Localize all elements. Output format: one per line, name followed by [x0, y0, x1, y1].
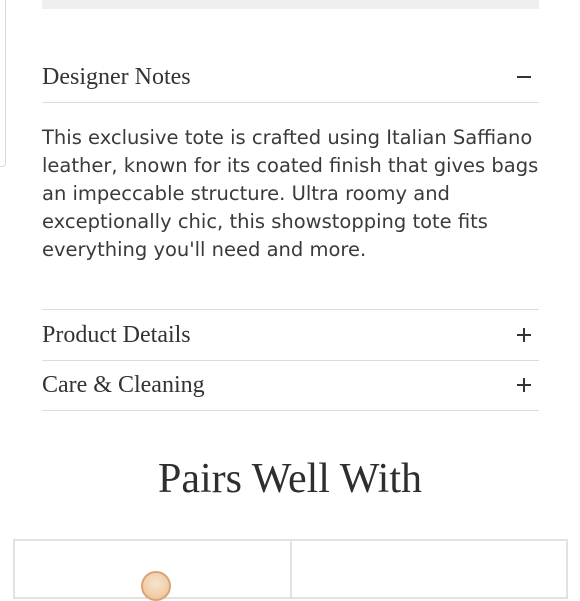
plus-icon[interactable] — [517, 327, 533, 343]
pairs-well-with-heading: Pairs Well With — [157, 456, 423, 502]
designer-notes-header[interactable]: Designer Notes — [42, 52, 539, 103]
product-card[interactable] — [13, 539, 292, 601]
care-cleaning-header[interactable]: Care & Cleaning — [42, 360, 539, 411]
product-details-header[interactable]: Product Details — [42, 309, 539, 361]
left-edge-panel — [0, 0, 6, 167]
product-grid — [13, 539, 568, 601]
plus-icon[interactable] — [517, 377, 533, 393]
care-cleaning-title: Care & Cleaning — [42, 371, 205, 398]
minus-icon[interactable] — [517, 69, 533, 85]
product-details-title: Product Details — [42, 321, 191, 348]
designer-notes-body: This exclusive tote is crafted using Ita… — [42, 126, 539, 261]
top-gray-bar — [42, 0, 539, 9]
designer-notes-title: Designer Notes — [42, 63, 191, 90]
product-thumbnail[interactable] — [141, 571, 171, 601]
product-card[interactable] — [291, 539, 568, 599]
